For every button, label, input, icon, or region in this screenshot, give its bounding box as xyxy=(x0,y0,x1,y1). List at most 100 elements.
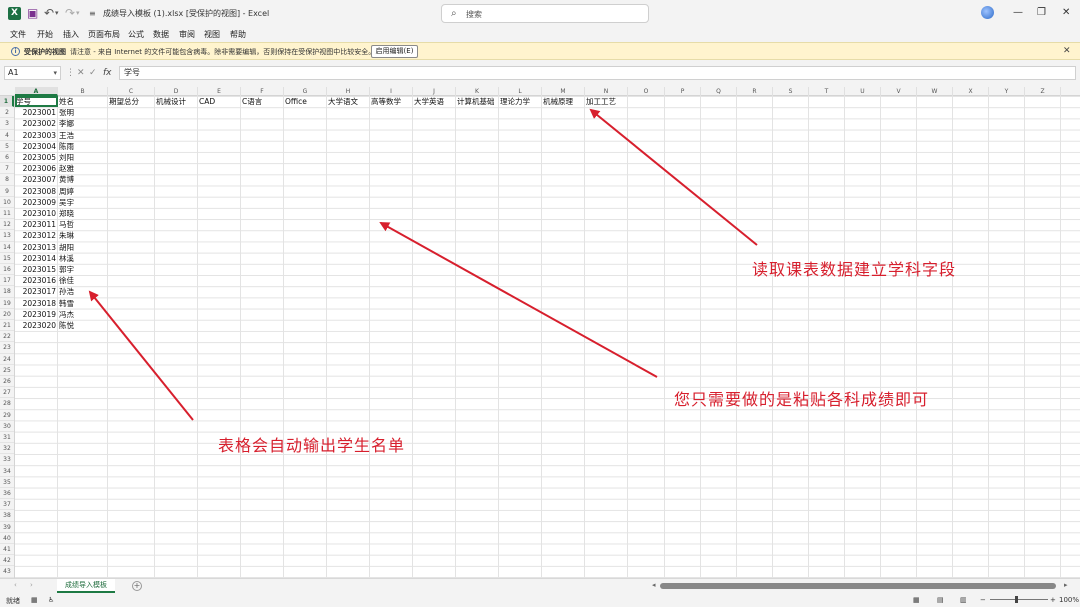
column-header-y[interactable]: Y xyxy=(989,87,1025,96)
row-header-13[interactable]: 13 xyxy=(0,230,14,242)
row-header-6[interactable]: 6 xyxy=(0,152,14,164)
student-name-cell[interactable]: 林溪 xyxy=(59,253,107,264)
row-header-17[interactable]: 17 xyxy=(0,275,14,287)
column-header-r[interactable]: R xyxy=(737,87,773,96)
zoom-slider[interactable] xyxy=(990,599,1048,600)
column-header-j[interactable]: J xyxy=(413,87,456,96)
header-cell[interactable]: 理论力学 xyxy=(500,96,541,107)
row-header-5[interactable]: 5 xyxy=(0,141,14,152)
account-avatar[interactable] xyxy=(981,6,994,19)
student-name-cell[interactable]: 黄博 xyxy=(59,174,107,185)
tab-formulas[interactable]: 公式 xyxy=(128,29,144,40)
student-id-cell[interactable]: 2023004 xyxy=(15,141,56,152)
column-header-f[interactable]: F xyxy=(241,87,284,96)
header-cell[interactable]: C语言 xyxy=(242,96,283,107)
chevron-down-icon[interactable]: ▾ xyxy=(53,67,57,79)
column-header-t[interactable]: T xyxy=(809,87,845,96)
column-header-c[interactable]: C xyxy=(108,87,155,96)
student-name-cell[interactable]: 李娜 xyxy=(59,118,107,129)
student-name-cell[interactable]: 徐佳 xyxy=(59,275,107,286)
row-header-27[interactable]: 27 xyxy=(0,387,14,399)
add-sheet-icon[interactable]: + xyxy=(132,581,142,591)
prev-sheet-icon[interactable]: ‹ xyxy=(14,581,17,589)
column-header-m[interactable]: M xyxy=(542,87,585,96)
row-header-42[interactable]: 42 xyxy=(0,555,14,567)
row-header-14[interactable]: 14 xyxy=(0,242,14,253)
student-name-cell[interactable]: 张明 xyxy=(59,107,107,118)
redo-dropdown-icon[interactable]: ▾ xyxy=(76,6,80,21)
student-name-cell[interactable]: 吴宇 xyxy=(59,197,107,208)
tab-help[interactable]: 帮助 xyxy=(230,29,246,40)
row-header-10[interactable]: 10 xyxy=(0,197,14,208)
student-name-cell[interactable]: 孙浩 xyxy=(59,286,107,297)
row-header-3[interactable]: 3 xyxy=(0,118,14,130)
search-box[interactable]: ⌕ 搜索 xyxy=(441,4,649,23)
student-id-cell[interactable]: 2023010 xyxy=(15,208,56,219)
header-cell[interactable]: 姓名 xyxy=(59,96,107,107)
student-name-cell[interactable]: 郭宇 xyxy=(59,264,107,275)
student-id-cell[interactable]: 2023009 xyxy=(15,197,56,208)
row-header-28[interactable]: 28 xyxy=(0,398,14,410)
student-id-cell[interactable]: 2023018 xyxy=(15,298,56,309)
tab-home[interactable]: 开始 xyxy=(37,29,53,40)
tab-page-layout[interactable]: 页面布局 xyxy=(88,29,120,40)
row-header-32[interactable]: 32 xyxy=(0,443,14,455)
row-header-20[interactable]: 20 xyxy=(0,309,14,320)
row-header-38[interactable]: 38 xyxy=(0,510,14,522)
row-header-15[interactable]: 15 xyxy=(0,253,14,264)
column-header-p[interactable]: P xyxy=(665,87,701,96)
column-header-d[interactable]: D xyxy=(155,87,198,96)
header-cell[interactable]: 计算机基础 xyxy=(457,96,498,107)
header-cell[interactable]: 加工工艺 xyxy=(586,96,627,107)
row-header-25[interactable]: 25 xyxy=(0,365,14,376)
row-header-16[interactable]: 16 xyxy=(0,264,14,276)
row-header-22[interactable]: 22 xyxy=(0,331,14,343)
column-header-g[interactable]: G xyxy=(284,87,327,96)
tab-review[interactable]: 审阅 xyxy=(179,29,195,40)
row-header-41[interactable]: 41 xyxy=(0,544,14,556)
student-name-cell[interactable]: 陈雨 xyxy=(59,141,107,152)
student-name-cell[interactable]: 刘阳 xyxy=(59,152,107,163)
student-name-cell[interactable]: 周婷 xyxy=(59,186,107,197)
name-box[interactable]: A1 ▾ xyxy=(4,66,61,80)
student-id-cell[interactable]: 2023011 xyxy=(15,219,56,230)
header-cell[interactable]: 高等数学 xyxy=(371,96,412,107)
page-break-view-icon[interactable]: ▥ xyxy=(960,596,967,604)
row-header-37[interactable]: 37 xyxy=(0,499,14,511)
row-header-21[interactable]: 21 xyxy=(0,320,14,332)
student-id-cell[interactable]: 2023006 xyxy=(15,163,56,174)
header-cell[interactable]: Office xyxy=(285,96,326,107)
student-name-cell[interactable]: 韩雪 xyxy=(59,298,107,309)
column-header-l[interactable]: L xyxy=(499,87,542,96)
sheet-tab-template[interactable]: 成绩导入模板 xyxy=(57,579,115,593)
scroll-left-icon[interactable]: ◂ xyxy=(652,581,656,589)
zoom-in-icon[interactable]: + xyxy=(1050,596,1056,604)
student-name-cell[interactable]: 陈悦 xyxy=(59,320,107,331)
student-id-cell[interactable]: 2023002 xyxy=(15,118,56,129)
header-cell[interactable]: CAD xyxy=(199,96,240,107)
header-cell[interactable]: 大学语文 xyxy=(328,96,369,107)
tab-insert[interactable]: 插入 xyxy=(63,29,79,40)
column-header-k[interactable]: K xyxy=(456,87,499,96)
row-header-8[interactable]: 8 xyxy=(0,174,14,186)
customize-toolbar-icon[interactable]: ≡ xyxy=(89,6,96,21)
normal-view-icon[interactable]: ▦ xyxy=(913,596,920,604)
zoom-level[interactable]: 100% xyxy=(1059,596,1079,604)
student-id-cell[interactable]: 2023005 xyxy=(15,152,56,163)
student-id-cell[interactable]: 2023007 xyxy=(15,174,56,185)
page-layout-view-icon[interactable]: ▤ xyxy=(937,596,944,604)
student-id-cell[interactable]: 2023017 xyxy=(15,286,56,297)
row-header-33[interactable]: 33 xyxy=(0,454,14,466)
student-name-cell[interactable]: 胡阳 xyxy=(59,242,107,253)
student-id-cell[interactable]: 2023016 xyxy=(15,275,56,286)
row-header-31[interactable]: 31 xyxy=(0,432,14,444)
row-header-24[interactable]: 24 xyxy=(0,354,14,365)
row-header-43[interactable]: 43 xyxy=(0,566,14,578)
row-header-1[interactable]: 1 xyxy=(0,96,14,108)
zoom-slider-thumb[interactable] xyxy=(1015,596,1018,603)
accessibility-icon[interactable]: ♿ xyxy=(48,596,54,604)
row-header-34[interactable]: 34 xyxy=(0,466,14,477)
row-header-23[interactable]: 23 xyxy=(0,342,14,354)
column-header-a[interactable]: A xyxy=(15,87,58,96)
column-header-h[interactable]: H xyxy=(327,87,370,96)
